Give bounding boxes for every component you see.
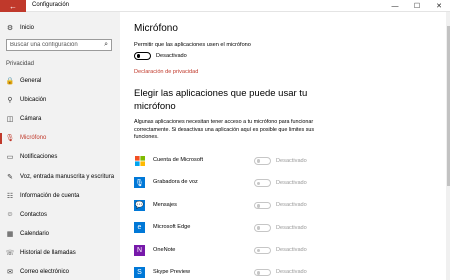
contacts-icon: ☺ xyxy=(6,211,14,219)
sidebar-item-correo[interactable]: ✉ Correo electrónico xyxy=(0,263,120,280)
pen-icon: ✎ xyxy=(7,173,13,181)
app-name: OneNote xyxy=(153,246,176,253)
notification-icon: ▭ xyxy=(6,154,14,162)
title-bar: ← Configuración — ☐ ✕ xyxy=(0,0,450,12)
search-icon[interactable]: ⌕ xyxy=(104,41,108,49)
search-input[interactable] xyxy=(10,42,100,48)
sidebar-item-label: Inicio xyxy=(20,25,35,31)
microsoft-logo-icon xyxy=(134,155,145,166)
app-row: N OneNote Desactivado xyxy=(134,242,434,264)
app-row: S Skype Preview Desactivado xyxy=(134,264,434,280)
toggle-knob xyxy=(256,271,261,275)
toggle-state-label: Desactivado xyxy=(156,53,187,59)
messaging-icon: 💬 xyxy=(134,199,145,211)
call-history-icon: ☏ xyxy=(5,250,15,258)
sidebar-item-label: Notificaciones xyxy=(20,154,58,161)
toggle-state-label: Desactivado xyxy=(276,224,307,231)
sidebar-item-label: Historial de llamadas xyxy=(20,250,76,257)
sidebar-item-informacion[interactable]: ☷ Información de cuenta xyxy=(0,186,120,205)
app-name: Grabadora de voz xyxy=(153,179,198,186)
sidebar-item-ubicacion[interactable]: ⚲ Ubicación xyxy=(0,90,120,109)
toggle-knob xyxy=(256,181,261,186)
sidebar-item-label: Voz, entrada manuscrita y escritura xyxy=(20,173,115,180)
app-access-toggle[interactable] xyxy=(254,157,271,165)
sidebar-item-label: Ubicación xyxy=(20,96,47,103)
app-row: 💬 Mensajes Desactivado xyxy=(134,197,434,219)
app-row: e Microsoft Edge Desactivado xyxy=(134,219,434,241)
toggle-state-label: Desactivado xyxy=(276,202,307,209)
app-name: Microsoft Edge xyxy=(153,224,191,231)
close-button[interactable]: ✕ xyxy=(428,0,450,12)
sidebar-nav: 🔒 General ⚲ Ubicación ◫ Cámara 🎙 Micrófono ▭ Noti… xyxy=(0,71,120,280)
app-name: Mensajes xyxy=(153,201,177,208)
section-heading: Privacidad xyxy=(6,61,35,67)
minimize-button[interactable]: — xyxy=(384,0,406,12)
skype-icon: S xyxy=(134,266,145,278)
account-card-icon: ☷ xyxy=(6,192,14,200)
app-access-toggle[interactable] xyxy=(254,201,271,210)
app-row: 🎙 Grabadora de voz Desactivado xyxy=(134,174,434,196)
page-title: Micrófono xyxy=(134,23,178,34)
app-access-toggle[interactable] xyxy=(254,268,271,277)
toggle-state-label: Desactivado xyxy=(276,157,307,164)
toggle-knob xyxy=(136,54,141,58)
sidebar-item-general[interactable]: 🔒 General xyxy=(0,71,120,90)
calendar-icon: ▦ xyxy=(6,231,14,239)
search-box: ⌕ xyxy=(6,39,112,51)
sidebar-item-label: Calendario xyxy=(20,231,50,238)
toggle-knob xyxy=(256,248,261,253)
voice-recorder-icon: 🎙 xyxy=(134,177,145,189)
microphone-icon: 🎙 xyxy=(5,135,15,143)
edge-icon: e xyxy=(134,222,145,234)
sidebar: ⚙ Inicio ⌕ Privacidad 🔒 General ⚲ Ubicación… xyxy=(0,12,120,280)
window-controls: — ☐ ✕ xyxy=(384,0,450,12)
sidebar-item-microfono[interactable]: 🎙 Micrófono xyxy=(0,129,120,148)
mail-icon: ✉ xyxy=(7,269,13,277)
microphone-access-toggle[interactable] xyxy=(134,52,151,60)
scrollbar[interactable] xyxy=(446,12,450,280)
back-button[interactable]: ← xyxy=(0,0,26,12)
sidebar-item-label: Información de cuenta xyxy=(20,192,80,199)
app-access-toggle[interactable] xyxy=(254,224,271,232)
maximize-button[interactable]: ☐ xyxy=(406,0,428,12)
toggle-state-label: Desactivado xyxy=(276,179,307,186)
app-access-toggle[interactable] xyxy=(254,179,271,187)
back-arrow-icon: ← xyxy=(9,1,17,11)
sidebar-item-label: Cámara xyxy=(20,115,42,122)
sidebar-item-label: Correo electrónico xyxy=(20,269,70,276)
gear-icon: ⚙ xyxy=(6,25,14,32)
sidebar-item-historial[interactable]: ☏ Historial de llamadas xyxy=(0,244,120,263)
app-name: Cuenta de Microsoft xyxy=(153,157,204,163)
app-list: Cuenta de Microsoft Desactivado 🎙 Grabadora… xyxy=(134,152,434,280)
toggle-knob xyxy=(256,203,261,208)
privacy-statement-link[interactable]: Declaración de privacidad xyxy=(134,69,198,75)
sidebar-item-label: Micrófono xyxy=(20,135,47,142)
camera-icon: ◫ xyxy=(6,115,14,123)
toggle-state-label: Desactivado xyxy=(276,269,307,276)
sidebar-item-camara[interactable]: ◫ Cámara xyxy=(0,109,120,128)
window-title: Configuración xyxy=(32,2,70,8)
allow-setting-label: Permitir que las aplicaciones usen el mi… xyxy=(134,42,251,48)
sidebar-item-notificaciones[interactable]: ▭ Notificaciones xyxy=(0,148,120,167)
section-title: Elegir las aplicaciones que puede usar t… xyxy=(134,88,308,112)
onenote-icon: N xyxy=(134,244,145,256)
sidebar-item-voz[interactable]: ✎ Voz, entrada manuscrita y escritura xyxy=(0,167,120,186)
sidebar-item-contactos[interactable]: ☺ Contactos xyxy=(0,205,120,224)
app-name: Skype Preview xyxy=(153,268,190,275)
scrollbar-thumb[interactable] xyxy=(446,26,450,186)
sidebar-item-label: General xyxy=(20,77,42,84)
lock-icon: 🔒 xyxy=(5,77,15,85)
toggle-knob xyxy=(256,159,261,163)
app-row: Cuenta de Microsoft Desactivado xyxy=(134,152,434,174)
sidebar-item-home[interactable]: ⚙ Inicio xyxy=(0,22,120,34)
sidebar-item-calendario[interactable]: ▦ Calendario xyxy=(0,225,120,244)
app-access-toggle[interactable] xyxy=(254,246,271,255)
section-description: Algunas aplicaciones necesitan tener acc… xyxy=(134,119,315,141)
main-panel: Micrófono Permitir que las aplicaciones … xyxy=(134,12,434,280)
toggle-knob xyxy=(256,226,261,230)
location-pin-icon: ⚲ xyxy=(7,96,13,104)
toggle-state-label: Desactivado xyxy=(276,247,307,254)
sidebar-item-label: Contactos xyxy=(20,211,48,218)
